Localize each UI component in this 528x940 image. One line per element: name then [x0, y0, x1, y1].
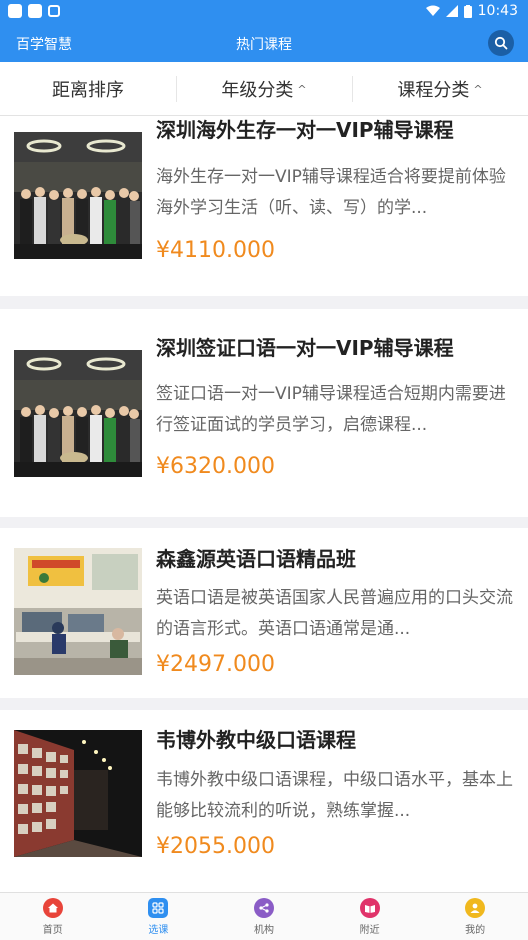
tab-course-select[interactable]: 选课 [106, 893, 212, 940]
tab-label: 附近 [359, 925, 380, 936]
signal-icon [445, 5, 458, 17]
tab-nearby[interactable]: 附近 [317, 893, 423, 940]
course-image-classroom-photo [14, 548, 142, 675]
battery-icon [463, 4, 472, 18]
course-description: 海外生存一对一VIP辅导课程适合将要提前体验海外学习生活（听、读、写）的学... [156, 167, 506, 218]
bottom-tab-bar: 首页 选课 机构 附近 我的 [0, 892, 528, 940]
tab-label: 机构 [253, 925, 274, 936]
status-time: 10:43 [477, 3, 518, 19]
course-description: 英语口语是被英语国家人民普遍应用的口头交流的语言形式。英语口语通常是通... [156, 588, 513, 639]
notification-icon [8, 4, 22, 18]
filter-label: 距离排序 [52, 79, 124, 101]
filter-label: 年级分类 [221, 79, 294, 101]
filter-bar: 距离排序 年级分类 ^ 课程分类 ^ [0, 62, 528, 116]
tab-label: 选课 [148, 925, 169, 936]
wifi-icon [425, 5, 440, 16]
search-button[interactable] [488, 30, 514, 56]
course-description: 韦博外教中级口语课程，中级口语水平，基本上能够比较流利的听说，熟练掌握... [156, 770, 513, 821]
filter-grade-category[interactable]: 年级分类 ^ [176, 62, 352, 115]
share-icon [253, 898, 274, 918]
page-title: 热门课程 [236, 37, 292, 53]
status-indicators: 10:43 [425, 3, 518, 19]
image-notification-icon [48, 5, 60, 17]
course-image-group-photo [14, 132, 142, 259]
course-title: 韦博外教中级口语课程 [156, 728, 356, 752]
filter-distance-sort[interactable]: 距离排序 [0, 62, 176, 115]
caret-up-icon: ^ [473, 83, 483, 96]
caret-up-icon: ^ [297, 83, 307, 96]
course-price: ¥6320.000 [156, 454, 275, 479]
app-bar: 百学智慧 热门课程 [0, 24, 528, 62]
user-icon [465, 898, 486, 918]
course-card[interactable]: 深圳签证口语一对一VIP辅导课程 签证口语一对一VIP辅导课程适合短期内需要进行… [0, 309, 528, 517]
tab-home[interactable]: 首页 [0, 893, 106, 940]
course-image-group-photo [14, 350, 142, 477]
tab-label: 我的 [465, 925, 486, 936]
tab-label: 首页 [42, 925, 63, 936]
filter-course-category[interactable]: 课程分类 ^ [352, 62, 528, 115]
course-price: ¥2055.000 [156, 834, 275, 859]
course-title: 深圳海外生存一对一VIP辅导课程 [156, 118, 454, 142]
course-image-hallway-photo [14, 730, 142, 857]
course-title: 深圳签证口语一对一VIP辅导课程 [156, 336, 454, 360]
course-list[interactable]: 深圳海外生存一对一VIP辅导课程 海外生存一对一VIP辅导课程适合将要提前体验海… [0, 116, 528, 892]
tab-mine[interactable]: 我的 [422, 893, 528, 940]
search-icon [494, 36, 508, 50]
status-notifications [8, 4, 60, 18]
tab-institutions[interactable]: 机构 [211, 893, 317, 940]
book-icon [359, 898, 380, 918]
course-card[interactable]: 韦博外教中级口语课程 韦博外教中级口语课程，中级口语水平，基本上能够比较流利的听… [0, 710, 528, 892]
course-card[interactable]: 深圳海外生存一对一VIP辅导课程 海外生存一对一VIP辅导课程适合将要提前体验海… [0, 116, 528, 296]
grid-icon [148, 898, 169, 918]
course-card[interactable]: 森鑫源英语口语精品班 英语口语是被英语国家人民普遍应用的口头交流的语言形式。英语… [0, 528, 528, 698]
notification-icon [28, 4, 42, 18]
filter-label: 课程分类 [397, 79, 470, 101]
course-price: ¥4110.000 [156, 238, 275, 263]
course-price: ¥2497.000 [156, 652, 275, 677]
home-icon [42, 898, 63, 918]
course-title: 森鑫源英语口语精品班 [156, 547, 356, 571]
course-description: 签证口语一对一VIP辅导课程适合短期内需要进行签证面试的学员学习，启德课程... [156, 384, 506, 435]
status-bar: 10:43 [0, 0, 528, 24]
